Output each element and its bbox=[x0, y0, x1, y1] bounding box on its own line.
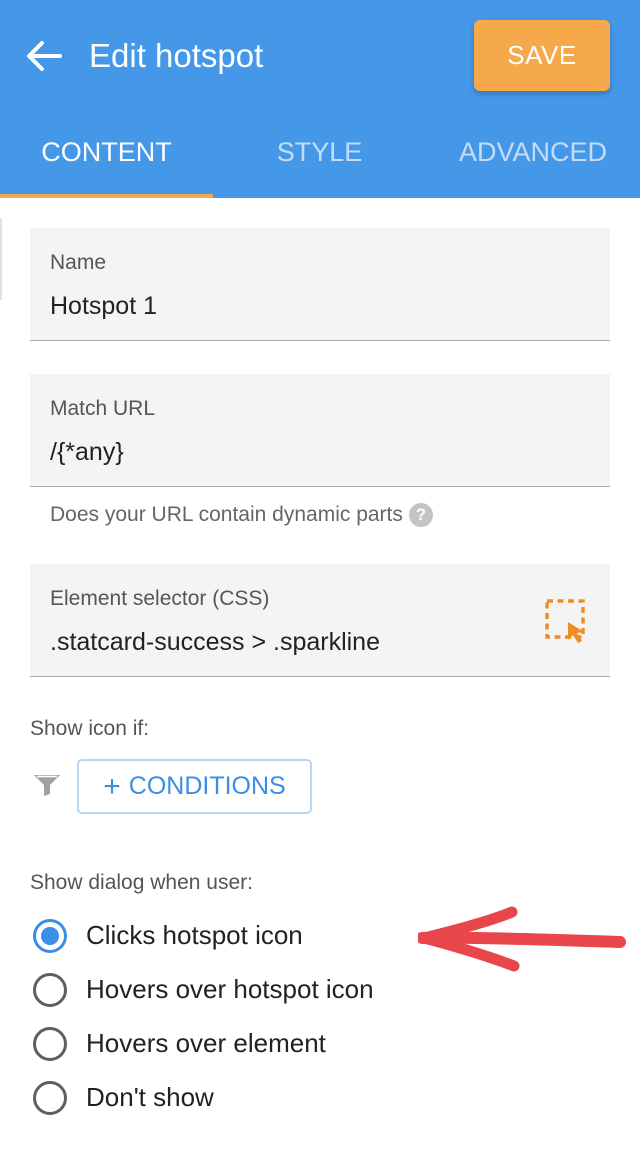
radio-button-checked[interactable] bbox=[33, 919, 67, 953]
match-url-field[interactable]: Match URL /{*any} bbox=[30, 374, 610, 487]
tab-advanced[interactable]: ADVANCED bbox=[426, 113, 640, 198]
back-button[interactable] bbox=[22, 34, 66, 78]
show-icon-label: Show icon if: bbox=[30, 717, 150, 740]
add-conditions-button[interactable]: + CONDITIONS bbox=[77, 759, 312, 814]
active-tab-indicator bbox=[0, 194, 213, 198]
app-header: Edit hotspot SAVE CONTENT STYLE ADVANCED bbox=[0, 0, 640, 198]
show-dialog-label: Show dialog when user: bbox=[30, 871, 253, 894]
question-icon[interactable]: ? bbox=[408, 503, 433, 527]
element-selector-value[interactable]: .statcard-success > .sparkline bbox=[50, 628, 380, 657]
red-arrow-annotation bbox=[418, 906, 626, 972]
tab-style[interactable]: STYLE bbox=[213, 113, 426, 198]
radio-label: Hovers over element bbox=[86, 1028, 326, 1058]
radio-label: Hovers over hotspot icon bbox=[86, 974, 374, 1004]
name-field-label: Name bbox=[50, 251, 107, 274]
plus-icon: + bbox=[103, 770, 121, 803]
add-conditions-label: CONDITIONS bbox=[128, 772, 286, 800]
match-url-value[interactable]: /{*any} bbox=[50, 438, 124, 467]
radio-label: Don't show bbox=[86, 1082, 214, 1112]
name-field[interactable]: Name Hotspot 1 bbox=[30, 228, 610, 341]
radio-button[interactable] bbox=[33, 1081, 67, 1115]
radio-option-hovers-hotspot-icon[interactable]: Hovers over hotspot icon bbox=[30, 970, 450, 1010]
radio-button[interactable] bbox=[33, 1027, 67, 1061]
filter-icon bbox=[34, 775, 60, 796]
element-selector-label: Element selector (CSS) bbox=[50, 587, 270, 610]
radio-label: Clicks hotspot icon bbox=[86, 920, 303, 950]
name-field-value[interactable]: Hotspot 1 bbox=[50, 292, 157, 321]
element-picker-button[interactable] bbox=[544, 598, 592, 646]
match-url-helper-text: Does your URL contain dynamic parts bbox=[50, 503, 403, 526]
radio-button[interactable] bbox=[33, 973, 67, 1007]
match-url-helper: Does your URL contain dynamic parts? bbox=[50, 503, 433, 527]
arrow-left-icon bbox=[27, 41, 62, 71]
element-picker-icon bbox=[545, 599, 585, 643]
radio-option-dont-show[interactable]: Don't show bbox=[30, 1078, 450, 1118]
tab-bar: CONTENT STYLE ADVANCED bbox=[0, 113, 640, 198]
match-url-label: Match URL bbox=[50, 397, 156, 420]
page-title: Edit hotspot bbox=[89, 37, 264, 74]
tab-content[interactable]: CONTENT bbox=[0, 113, 213, 198]
save-button[interactable]: SAVE bbox=[474, 20, 610, 91]
element-selector-field[interactable]: Element selector (CSS) .statcard-success… bbox=[30, 564, 610, 677]
radio-option-clicks-hotspot-icon[interactable]: Clicks hotspot icon bbox=[30, 916, 450, 956]
panel-edge-divider bbox=[0, 218, 2, 300]
radio-option-hovers-element[interactable]: Hovers over element bbox=[30, 1024, 450, 1064]
